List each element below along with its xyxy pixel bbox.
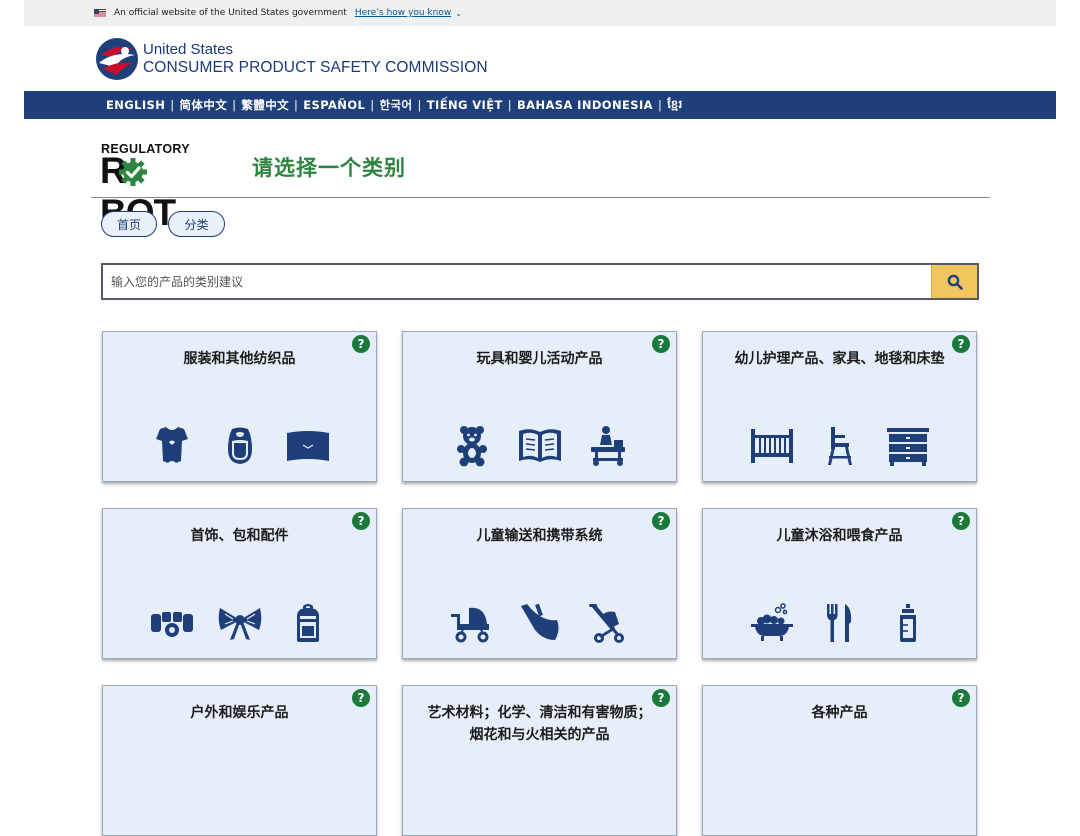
category-title: 玩具和婴儿活动产品: [476, 351, 603, 367]
category-title: 服装和其他纺织品: [183, 351, 296, 367]
search-button[interactable]: [931, 265, 977, 298]
activity-walker-icon: [590, 426, 625, 466]
utensils-icon: [826, 604, 851, 642]
lang-spanish[interactable]: ESPAÑOL: [303, 98, 365, 112]
category-card-bath-feeding[interactable]: 儿童沐浴和喂食产品 ?: [702, 508, 977, 659]
category-card-jewelry[interactable]: 首饰、包和配件 ?: [102, 508, 377, 659]
dresser-icon: [886, 428, 929, 466]
breadcrumb-home[interactable]: 首页: [101, 211, 157, 237]
category-card-misc[interactable]: 各种产品 ?: [702, 685, 977, 836]
divider: [91, 197, 990, 198]
language-bar: ENGLISH | 简体中文 | 繁體中文 | ESPAÑOL | 한국어 | TIẾNG…: [24, 91, 1056, 119]
gear-check-icon: [119, 158, 147, 186]
header-line2: CONSUMER PRODUCT SAFETY COMMISSION: [143, 59, 488, 76]
header-line1: United States: [143, 41, 234, 58]
category-title: 艺术材料；化学、清洁和有害物质；烟花和与火相关的产品: [427, 705, 652, 743]
help-icon[interactable]: ?: [952, 335, 970, 353]
category-title: 各种产品: [811, 705, 868, 721]
search-bar: [101, 263, 979, 300]
lang-english[interactable]: ENGLISH: [106, 98, 165, 112]
help-icon[interactable]: ?: [952, 689, 970, 707]
regulatory-robot-logo[interactable]: REGULATORY R BOT: [100, 142, 206, 233]
crib-icon: [750, 429, 793, 463]
bracelet-icon: [150, 612, 193, 637]
help-icon[interactable]: ?: [952, 512, 970, 530]
category-card-carriers[interactable]: 儿童输送和携带系统 ?: [402, 508, 677, 659]
category-card-outdoor[interactable]: 户外和娱乐产品 ?: [102, 685, 377, 836]
help-icon[interactable]: ?: [352, 689, 370, 707]
baby-carrier-icon: [520, 603, 559, 640]
category-title: 户外和娱乐产品: [190, 705, 289, 721]
page-title: 请选择一个类别: [252, 156, 406, 180]
high-chair-icon: [827, 427, 852, 465]
lang-traditional-chinese[interactable]: 繁體中文: [241, 97, 289, 113]
gov-banner-text: An official website of the United States…: [114, 8, 347, 18]
lang-simplified-chinese[interactable]: 简体中文: [180, 97, 228, 113]
chevron-down-icon[interactable]: ⌄: [455, 9, 462, 18]
us-flag-icon: [94, 9, 106, 17]
category-card-clothing[interactable]: 服装和其他纺织品 ?: [102, 331, 377, 482]
lang-indonesian[interactable]: BAHASA INDONESIA: [517, 98, 653, 112]
umbrella-stroller-icon: [588, 604, 624, 643]
book-icon: [518, 429, 561, 462]
cpsc-seal-icon: [96, 38, 138, 80]
category-title: 儿童输送和携带系统: [476, 528, 603, 544]
bib-icon: [227, 427, 252, 464]
lang-vietnamese[interactable]: TIẾNG VIỆT: [427, 98, 503, 112]
help-icon[interactable]: ?: [652, 689, 670, 707]
cpsc-header[interactable]: United States CONSUMER PRODUCT SAFETY CO…: [95, 37, 488, 81]
breadcrumb-category[interactable]: 分类: [168, 211, 225, 237]
backpack-icon: [296, 604, 319, 642]
gov-banner: An official website of the United States…: [24, 0, 1056, 26]
category-title: 首饰、包和配件: [190, 528, 289, 544]
teddy-bear-icon: [456, 426, 487, 467]
help-icon[interactable]: ?: [652, 335, 670, 353]
category-title: 儿童沐浴和喂食产品: [776, 528, 903, 544]
search-input[interactable]: [103, 265, 931, 298]
bow-icon: [218, 608, 261, 640]
category-title: 幼儿护理产品、家具、地毯和床垫: [734, 351, 945, 367]
heres-how-you-know-link[interactable]: Here’s how you know: [355, 8, 451, 18]
category-card-art-chemical[interactable]: 艺术材料；化学、清洁和有害物质；烟花和与火相关的产品 ?: [402, 685, 677, 836]
blanket-icon: [286, 431, 329, 461]
category-card-toys[interactable]: 玩具和婴儿活动产品 ?: [402, 331, 677, 482]
search-icon: [947, 274, 963, 290]
bathtub-icon: [750, 603, 793, 641]
baby-bottle-icon: [899, 604, 916, 642]
onesie-icon: [155, 427, 188, 463]
help-icon[interactable]: ?: [652, 512, 670, 530]
help-icon[interactable]: ?: [352, 335, 370, 353]
category-card-nursery-furniture[interactable]: 幼儿护理产品、家具、地毯和床垫 ?: [702, 331, 977, 482]
lang-korean[interactable]: 한국어: [380, 97, 413, 113]
lang-khmer[interactable]: ខ្មែរ: [667, 97, 682, 114]
stroller-icon: [450, 607, 489, 643]
help-icon[interactable]: ?: [352, 512, 370, 530]
